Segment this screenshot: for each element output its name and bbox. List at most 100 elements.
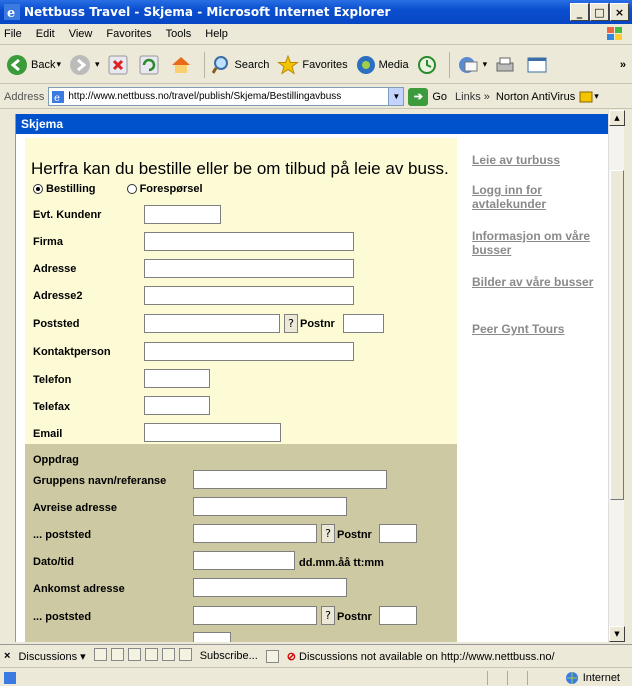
poststed-input[interactable] bbox=[144, 314, 280, 333]
gruppens-input[interactable] bbox=[193, 470, 387, 489]
right-frame bbox=[624, 110, 632, 642]
menu-tools[interactable]: Tools bbox=[166, 28, 192, 40]
home-button[interactable] bbox=[167, 50, 198, 80]
norton-label: Norton AntiVirus bbox=[495, 90, 576, 103]
scroll-up-icon[interactable]: ▲ bbox=[609, 110, 625, 126]
sidebar-link-bilder[interactable]: Bilder av våre busser bbox=[472, 275, 607, 289]
sidebar-link-informasjon[interactable]: Informasjon om våre busser bbox=[472, 229, 607, 257]
avreise-postnr-label: Postnr bbox=[337, 529, 372, 541]
page-icon: e bbox=[52, 90, 65, 104]
menu-file[interactable]: File bbox=[4, 28, 22, 40]
avreise-input[interactable] bbox=[193, 497, 347, 516]
search-label: Search bbox=[234, 58, 270, 71]
minimize-button[interactable]: _ bbox=[570, 3, 589, 21]
menu-edit[interactable]: Edit bbox=[36, 28, 55, 40]
show-hide-discussions-icon[interactable] bbox=[265, 649, 279, 663]
address-dropdown-icon[interactable]: ▼ bbox=[388, 88, 404, 105]
adresse-input[interactable] bbox=[144, 259, 354, 278]
address-input[interactable]: e http://www.nettbuss.no/travel/publish/… bbox=[48, 87, 405, 106]
history-icon bbox=[417, 55, 436, 74]
discussions-button[interactable]: Discussions ▾ bbox=[18, 650, 85, 663]
menu-favorites[interactable]: Favorites bbox=[106, 28, 151, 40]
poststed-lookup-button[interactable]: ? bbox=[284, 314, 298, 333]
adresse2-input[interactable] bbox=[144, 286, 354, 305]
insert-discussion-icon[interactable] bbox=[93, 648, 107, 661]
stop-button[interactable] bbox=[105, 50, 134, 80]
toolbar-separator bbox=[448, 51, 450, 78]
partial-input[interactable] bbox=[193, 632, 231, 642]
scrollbar-thumb[interactable] bbox=[610, 170, 624, 500]
telefon-input[interactable] bbox=[144, 369, 210, 388]
menu-view[interactable]: View bbox=[69, 28, 93, 40]
sidebar-link-logg-inn[interactable]: Logg inn for avtalekunder bbox=[472, 183, 607, 211]
address-bar: Address e http://www.nettbuss.no/travel/… bbox=[0, 85, 632, 109]
edit-page-icon bbox=[527, 57, 547, 72]
windows-flag-icon bbox=[607, 27, 622, 40]
kontaktperson-input[interactable] bbox=[144, 342, 354, 361]
links-button[interactable]: Links » bbox=[455, 91, 490, 103]
poststed-label: Poststed bbox=[33, 318, 80, 330]
telefax-input[interactable] bbox=[144, 396, 210, 415]
search-button[interactable]: Search bbox=[209, 50, 273, 80]
menu-help[interactable]: Help bbox=[205, 28, 228, 40]
radio-foresporsel[interactable]: Forespørsel bbox=[126, 183, 203, 195]
page-viewport: Skjema Herfra kan du bestille eller be o… bbox=[15, 114, 608, 642]
discussions-label: Discussions bbox=[18, 650, 78, 663]
favorites-button[interactable]: Favorites bbox=[274, 50, 350, 80]
mail-button[interactable]: ▾ bbox=[454, 50, 491, 80]
edit-discussion-icon[interactable] bbox=[178, 648, 192, 661]
postnr-input[interactable] bbox=[343, 314, 384, 333]
close-discussions-icon[interactable]: × bbox=[4, 650, 10, 662]
media-label: Media bbox=[378, 58, 409, 71]
ankomst-postnr-input[interactable] bbox=[379, 606, 417, 625]
previous-discussion-icon[interactable] bbox=[144, 648, 158, 661]
sidebar-link-peer-gynt[interactable]: Peer Gynt Tours bbox=[472, 322, 607, 336]
svg-text:e: e bbox=[7, 6, 15, 20]
media-button[interactable]: Media bbox=[353, 50, 412, 80]
chevron-down-icon: ▾ bbox=[594, 91, 599, 101]
refresh-icon bbox=[139, 55, 159, 74]
kundenr-input[interactable] bbox=[144, 205, 221, 224]
back-button[interactable]: Back ▾ bbox=[3, 50, 64, 80]
next-discussion-icon[interactable] bbox=[161, 648, 175, 661]
address-label: Address bbox=[4, 90, 45, 103]
forward-arrow-icon bbox=[70, 54, 90, 75]
norton-antivirus-button[interactable]: Norton AntiVirus ▾ bbox=[496, 90, 599, 104]
toolbar-separator bbox=[203, 51, 205, 78]
go-button[interactable]: ➔ Go bbox=[408, 87, 447, 106]
status-cell bbox=[486, 670, 505, 685]
vertical-scrollbar[interactable]: ▲ ▼ bbox=[608, 110, 625, 642]
maximize-button[interactable]: □ bbox=[590, 3, 609, 21]
ankomst-poststed-input[interactable] bbox=[193, 606, 317, 625]
ankomst-poststed-lookup-button[interactable]: ? bbox=[321, 606, 335, 625]
toolbar-overflow-icon[interactable]: » bbox=[620, 59, 626, 71]
avreise-poststed-input[interactable] bbox=[193, 524, 317, 543]
forward-button[interactable]: ▾ bbox=[66, 50, 103, 80]
subscribe-button[interactable]: Subscribe... bbox=[200, 650, 258, 662]
menu-bar: File Edit View Favorites Tools Help bbox=[0, 24, 632, 45]
sidebar-link-leie[interactable]: Leie av turbuss bbox=[472, 153, 607, 167]
refresh-button[interactable] bbox=[136, 50, 165, 80]
page-header: Skjema bbox=[16, 114, 608, 134]
ankomst-input[interactable] bbox=[193, 578, 347, 597]
firma-input[interactable] bbox=[144, 232, 354, 251]
expand-discussions-icon[interactable] bbox=[110, 648, 124, 661]
email-input[interactable] bbox=[144, 423, 281, 442]
postnr-label: Postnr bbox=[300, 318, 335, 330]
edit-button[interactable] bbox=[523, 50, 554, 80]
go-arrow-icon: ➔ bbox=[408, 87, 429, 106]
ankomst-postnr-label: Postnr bbox=[337, 611, 372, 623]
discussions-status-text: Discussions not available on http://www.… bbox=[299, 650, 555, 663]
radio-foresporsel-label: Forespørsel bbox=[139, 183, 203, 195]
collapse-discussions-icon[interactable] bbox=[127, 648, 141, 661]
scroll-down-icon[interactable]: ▼ bbox=[609, 626, 625, 642]
dato-input[interactable] bbox=[193, 551, 295, 570]
history-button[interactable] bbox=[414, 50, 443, 80]
avreise-poststed-lookup-button[interactable]: ? bbox=[321, 524, 335, 543]
avreise-postnr-input[interactable] bbox=[379, 524, 417, 543]
dato-label: Dato/tid bbox=[33, 556, 74, 568]
close-button[interactable]: × bbox=[610, 3, 629, 21]
print-button[interactable] bbox=[492, 50, 521, 80]
oppdrag-title: Oppdrag bbox=[33, 454, 79, 466]
radio-bestilling[interactable]: Bestilling bbox=[33, 183, 96, 195]
